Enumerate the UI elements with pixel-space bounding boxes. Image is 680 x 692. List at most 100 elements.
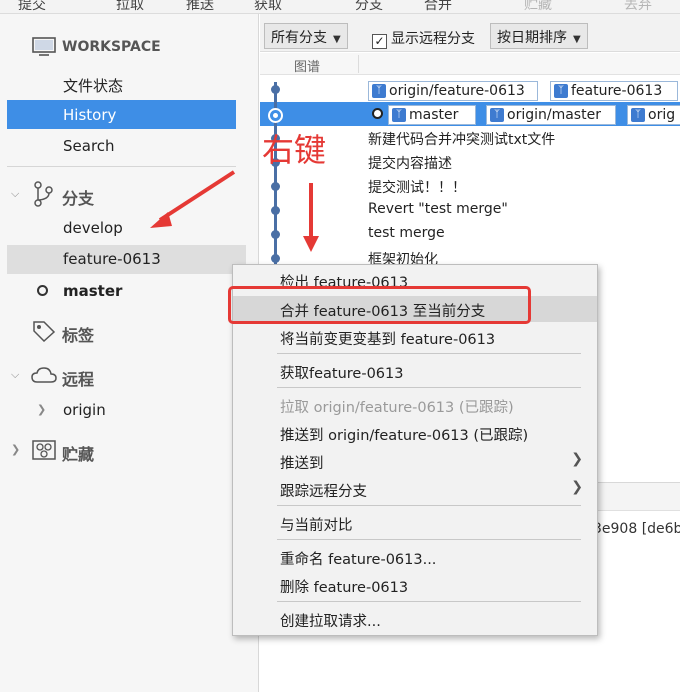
pull-button[interactable]: 拉取	[116, 0, 144, 13]
chevron-right-icon[interactable]: ❯	[37, 403, 46, 416]
menu-item-label: 拉取 origin/feature-0613 (已跟踪)	[280, 400, 514, 416]
menu-item-rename[interactable]: 重命名 feature-0613...	[233, 544, 597, 570]
menu-item-push-tracked[interactable]: 推送到 origin/feature-0613 (已跟踪)	[233, 420, 597, 446]
sidebar-remotes-header[interactable]: ⌵ 远程	[0, 360, 259, 390]
menu-item-track-remote[interactable]: 跟踪远程分支 ❯	[233, 476, 597, 502]
sort-value: 按日期排序	[497, 30, 567, 46]
branch-badge: ᛉ orig	[627, 105, 680, 125]
menu-item-label: 创建拉取请求...	[280, 614, 381, 630]
menu-item-fetch[interactable]: 获取feature-0613	[233, 358, 597, 384]
menu-item-pull[interactable]: 拉取 origin/feature-0613 (已跟踪)	[233, 392, 597, 418]
commit-hash-text: 3e908 [de6b	[593, 521, 680, 537]
sidebar-remote-origin[interactable]: ❯ origin	[0, 395, 259, 425]
branch-icon: ᛉ	[631, 108, 645, 122]
sidebar-workspace-header[interactable]: WORKSPACE	[0, 32, 259, 62]
column-divider[interactable]	[358, 55, 359, 73]
menu-item-delete[interactable]: 删除 feature-0613	[233, 572, 597, 598]
push-button[interactable]: 推送	[186, 0, 214, 13]
show-remote-toggle[interactable]: ✓ 显示远程分支	[372, 28, 475, 49]
branch-badge: ᛉ origin/feature-0613	[368, 81, 538, 101]
filter-bar: 所有分支 ▼ ✓ 显示远程分支 按日期排序 ▼	[260, 14, 680, 52]
sidebar-tags-header[interactable]: 标签	[0, 316, 259, 346]
branch-label: master	[63, 282, 123, 300]
sidebar-item-history[interactable]: History	[0, 100, 259, 130]
chevron-right-icon[interactable]: ❯	[11, 443, 20, 456]
discard-button[interactable]: 丢弃	[624, 0, 652, 13]
menu-item-create-pull-request[interactable]: 创建拉取请求...	[233, 606, 597, 632]
badge-label: origin/feature-0613	[389, 83, 525, 99]
chevron-right-icon: ❯	[571, 479, 583, 495]
branch-label: feature-0613	[63, 250, 161, 268]
sidebar-stash-header[interactable]: ❯ 贮藏	[0, 435, 259, 465]
sidebar-branch-master[interactable]: master	[0, 276, 259, 306]
show-remote-label: 显示远程分支	[391, 31, 475, 47]
branch-icon: ᛉ	[392, 108, 406, 122]
commit-row[interactable]: 提交测试！！！	[260, 174, 680, 198]
workspace-title: WORKSPACE	[62, 39, 161, 55]
commit-node-icon	[271, 182, 280, 191]
remote-label: origin	[63, 401, 106, 419]
stash-title: 贮藏	[62, 445, 95, 464]
sidebar-branch-feature-0613[interactable]: feature-0613	[0, 244, 259, 274]
commit-button[interactable]: 提交	[18, 0, 46, 13]
head-commit-node-icon	[268, 108, 283, 123]
sidebar-branch-develop[interactable]: develop	[0, 213, 259, 243]
branch-label: develop	[63, 219, 123, 237]
menu-separator	[277, 601, 581, 602]
branch-button[interactable]: 分支	[355, 0, 383, 13]
sidebar-item-search[interactable]: Search	[0, 131, 259, 161]
menu-separator	[277, 353, 581, 354]
menu-item-label: 推送到	[280, 456, 324, 472]
current-branch-icon	[37, 285, 48, 296]
menu-item-diff[interactable]: 与当前对比	[233, 510, 597, 536]
commit-row[interactable]: ᛉ origin/feature-0613 ᛉ feature-0613	[260, 78, 680, 102]
toolbar: 提交 拉取 推送 获取 分支 合并 贮藏 丢弃	[0, 0, 680, 14]
badge-label: origin/master	[507, 107, 601, 123]
commit-message: test merge	[368, 225, 445, 241]
chevron-right-icon: ❯	[571, 451, 583, 467]
commit-message: 提交内容描述	[368, 156, 452, 172]
chevron-down-icon: ▼	[333, 34, 341, 45]
commit-message: 新建代码合并冲突测试txt文件	[368, 132, 556, 148]
menu-separator	[277, 539, 581, 540]
branch-filter-dropdown[interactable]: 所有分支 ▼	[264, 23, 348, 49]
branch-badge: ᛉ master	[388, 105, 476, 125]
menu-item-label: 跟踪远程分支	[280, 484, 367, 500]
menu-item-push-to[interactable]: 推送到 ❯	[233, 448, 597, 474]
sort-dropdown[interactable]: 按日期排序 ▼	[490, 23, 588, 49]
menu-item-label: 与当前对比	[280, 518, 353, 534]
commit-row-selected[interactable]: ᛉ master ᛉ origin/master ᛉ orig	[260, 102, 680, 126]
commit-row[interactable]: Revert "test merge"	[260, 198, 680, 222]
sidebar-item-label: 文件状态	[63, 77, 124, 95]
sidebar-item-file-status[interactable]: 文件状态	[0, 69, 259, 99]
stash-button[interactable]: 贮藏	[524, 0, 552, 13]
menu-item-label: 删除 feature-0613	[280, 580, 409, 596]
fetch-button[interactable]: 获取	[254, 0, 282, 13]
badge-label: orig	[648, 107, 676, 123]
checkbox-checked-icon[interactable]: ✓	[372, 34, 387, 49]
chevron-down-icon[interactable]: ⌵	[11, 368, 19, 382]
branches-title: 分支	[62, 189, 95, 208]
branch-icon: ᛉ	[554, 84, 568, 98]
graph-column-header[interactable]: 图谱	[294, 56, 320, 75]
menu-separator	[277, 505, 581, 506]
badge-label: master	[409, 107, 459, 123]
menu-item-label: 获取feature-0613	[280, 366, 404, 382]
menu-item-label: 重命名 feature-0613...	[280, 552, 437, 568]
branch-filter-value: 所有分支	[271, 30, 327, 46]
commit-node-icon	[271, 85, 280, 94]
tags-title: 标签	[62, 326, 95, 345]
cloud-icon	[31, 367, 57, 383]
remotes-title: 远程	[62, 370, 95, 389]
branch-badge: ᛉ origin/master	[486, 105, 616, 125]
commit-node-icon	[271, 230, 280, 239]
sidebar-branches-header[interactable]: ⌵ 分支	[0, 179, 259, 209]
branch-badge: ᛉ feature-0613	[550, 81, 678, 101]
commit-row[interactable]: test merge	[260, 222, 680, 246]
sidebar-divider	[7, 166, 236, 167]
menu-item-rebase[interactable]: 将当前变更变基到 feature-0613	[233, 324, 597, 350]
chevron-down-icon[interactable]: ⌵	[11, 187, 19, 201]
merge-button[interactable]: 合并	[424, 0, 452, 13]
head-indicator-icon	[372, 108, 383, 119]
tag-icon	[33, 321, 56, 342]
